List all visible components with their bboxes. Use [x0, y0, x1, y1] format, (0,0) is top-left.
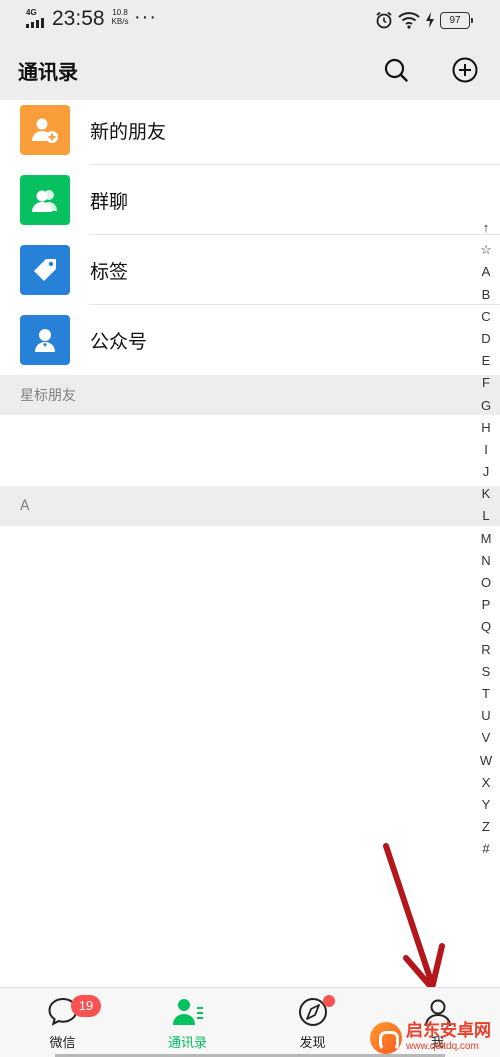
index-item[interactable]: H	[476, 417, 496, 439]
index-item[interactable]: D	[476, 328, 496, 350]
index-item[interactable]: B	[476, 284, 496, 306]
speed-unit: KB/s	[111, 17, 129, 26]
index-item[interactable]: C	[476, 306, 496, 328]
speed-value: 10.8	[112, 8, 128, 17]
tab-contacts[interactable]: 通讯录	[125, 988, 250, 1057]
index-item[interactable]: N	[476, 550, 496, 572]
index-item[interactable]: L	[476, 505, 496, 527]
index-item[interactable]: P	[476, 594, 496, 616]
watermark-title: 启东安卓网	[406, 1021, 491, 1041]
index-item[interactable]: R	[476, 639, 496, 661]
group-chats-label: 群聊	[90, 191, 129, 213]
index-item[interactable]: A	[476, 261, 496, 283]
plus-circle-icon	[452, 57, 478, 83]
index-item[interactable]: M	[476, 528, 496, 550]
status-time: 23:58	[52, 7, 105, 30]
signal-icon: 4G	[26, 8, 46, 28]
annotation-arrow	[383, 843, 445, 991]
group-icon	[20, 175, 70, 225]
index-item[interactable]: G	[476, 395, 496, 417]
index-item[interactable]: F	[476, 372, 496, 394]
wifi-icon	[398, 12, 420, 29]
alarm-icon	[376, 11, 392, 29]
tags-item[interactable]: 标签	[0, 235, 500, 305]
discover-dot	[323, 995, 335, 1007]
new-friends-item[interactable]: 新的朋友	[0, 95, 500, 165]
index-item[interactable]: U	[476, 705, 496, 727]
status-bar: 4G 23:58 10.8 KB/s ··· 97	[0, 0, 500, 40]
index-item[interactable]: Y	[476, 794, 496, 816]
add-friend-icon	[20, 105, 70, 155]
index-item[interactable]: I	[476, 439, 496, 461]
network-type: 4G	[26, 8, 37, 17]
add-button[interactable]	[449, 54, 481, 86]
charging-icon	[426, 12, 434, 28]
site-watermark: 启东安卓网 www.qdltdq.com	[370, 1018, 500, 1057]
index-item[interactable]: T	[476, 683, 496, 705]
index-item[interactable]: ↑	[476, 217, 496, 239]
alphabet-index[interactable]: ↑ ☆ A B C D E F G H I J K L M N O P Q R …	[476, 217, 496, 860]
section-header-starred: 星标朋友	[0, 375, 500, 415]
more-notifications: ···	[134, 6, 157, 28]
index-item[interactable]: #	[476, 838, 496, 860]
function-list: 新的朋友 群聊 标签 公众号	[0, 95, 500, 375]
tab-wechat[interactable]: 微信	[0, 988, 125, 1057]
index-item[interactable]: K	[476, 483, 496, 505]
section-header-a: A	[0, 486, 500, 526]
tags-label: 标签	[90, 261, 129, 283]
group-chats-item[interactable]: 群聊	[0, 165, 500, 235]
tab-wechat-label: 微信	[49, 1036, 76, 1051]
index-item[interactable]: V	[476, 727, 496, 749]
index-item[interactable]: Z	[476, 816, 496, 838]
watermark-url: www.qdltdq.com	[406, 1041, 479, 1052]
official-accounts-label: 公众号	[90, 331, 148, 353]
search-icon	[384, 58, 408, 82]
index-item[interactable]: Q	[476, 616, 496, 638]
index-item[interactable]: E	[476, 350, 496, 372]
tab-discover[interactable]: 发现	[250, 988, 375, 1057]
watermark-logo-icon	[370, 1021, 402, 1054]
battery-indicator: 97	[440, 11, 473, 29]
official-accounts-item[interactable]: 公众号	[0, 305, 500, 375]
search-button[interactable]	[380, 54, 412, 86]
new-friends-label: 新的朋友	[90, 121, 167, 143]
unread-badge: 19	[71, 995, 101, 1017]
tab-discover-label: 发现	[299, 1036, 326, 1051]
index-item[interactable]: S	[476, 661, 496, 683]
tag-icon	[20, 245, 70, 295]
page-title: 通讯录	[18, 60, 78, 84]
header: 通讯录	[0, 40, 500, 100]
starred-empty-row	[0, 415, 500, 485]
index-item[interactable]: O	[476, 572, 496, 594]
network-speed: 10.8 KB/s	[109, 8, 131, 26]
index-item[interactable]: J	[476, 461, 496, 483]
index-item[interactable]: W	[476, 750, 496, 772]
index-item[interactable]: X	[476, 772, 496, 794]
index-item[interactable]: ☆	[476, 239, 496, 261]
official-account-icon	[20, 315, 70, 365]
tab-contacts-label: 通讯录	[167, 1036, 207, 1051]
contacts-icon	[172, 999, 203, 1025]
